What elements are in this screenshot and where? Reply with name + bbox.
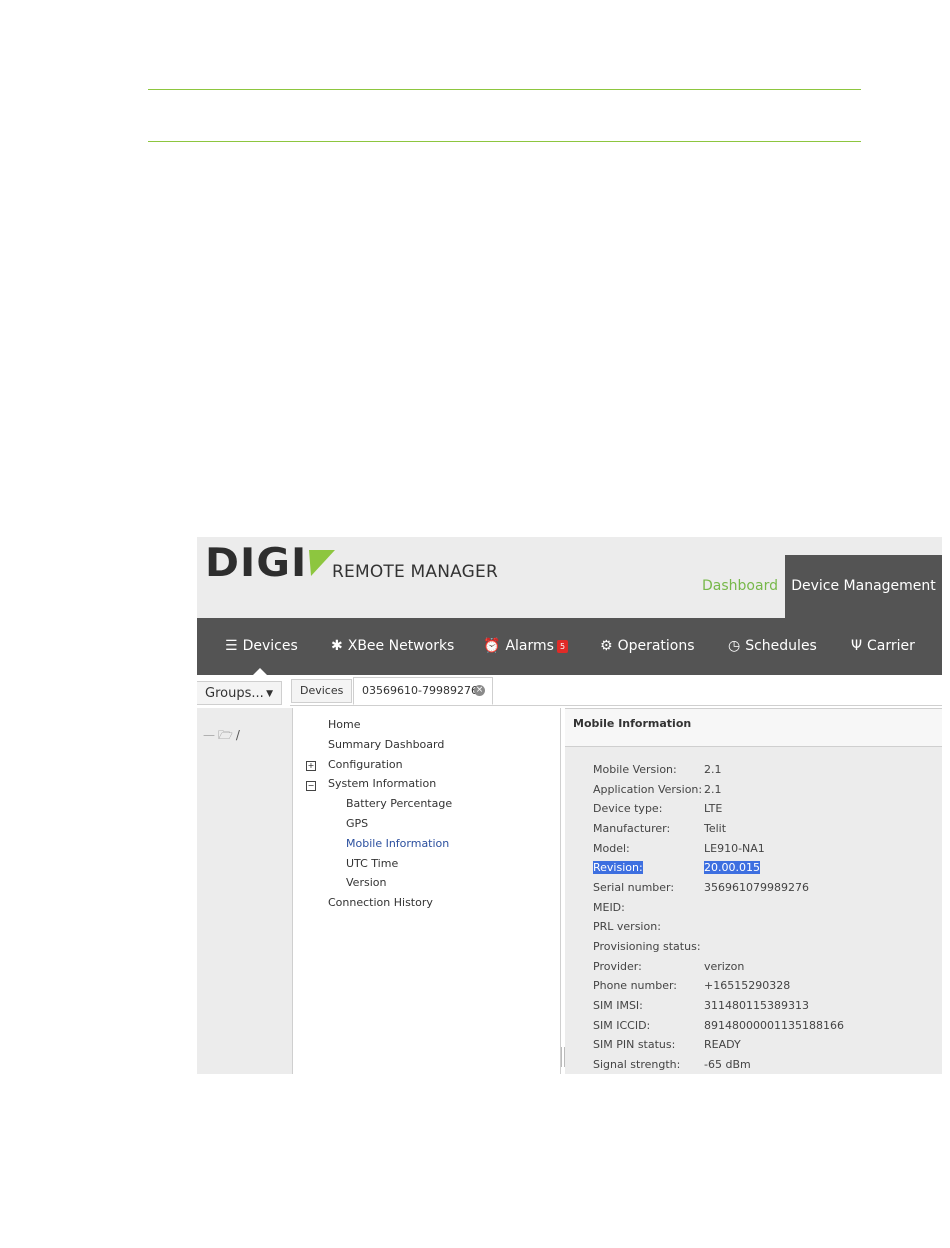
- chevron-down-icon: ▼: [266, 689, 273, 699]
- info-key: SIM IMSI:: [593, 999, 643, 1012]
- group-root-label: /: [235, 728, 240, 742]
- tab-dashboard[interactable]: Dashboard: [695, 555, 785, 618]
- tab-device-detail[interactable]: 03569610-79989276 ×: [353, 677, 493, 705]
- info-key: Revision:: [593, 861, 643, 874]
- nav-devices[interactable]: ☰ Devices: [225, 618, 298, 675]
- info-key: MEID:: [593, 901, 625, 914]
- info-value: LE910-NA1: [704, 842, 765, 855]
- mobile-information-panel: Mobile Information Mobile Version: 2.1 Ap…: [565, 708, 942, 1074]
- panel-header: Mobile Information: [565, 709, 942, 747]
- tab-baseline: [290, 705, 942, 706]
- active-nav-caret-icon: [253, 668, 267, 675]
- info-key: Model:: [593, 842, 630, 855]
- tree-system-information[interactable]: System Information: [328, 777, 436, 790]
- groups-dropdown[interactable]: Groups... ▼: [197, 681, 282, 705]
- nav-xbee-label: XBee Networks: [347, 638, 455, 654]
- tree-mobile-information[interactable]: Mobile Information: [346, 837, 449, 850]
- gear-icon: ⚙: [600, 638, 613, 654]
- tree-connector: —: [203, 728, 215, 742]
- nav-carrier[interactable]: Ψ Carrier: [851, 618, 915, 675]
- tab-device-management[interactable]: Device Management: [785, 555, 942, 618]
- tree-connection-history[interactable]: Connection History: [328, 896, 433, 909]
- nav-devices-label: Devices: [242, 638, 298, 654]
- app-name: REMOTE MANAGER: [332, 562, 499, 582]
- folder-icon: 🗁: [218, 728, 233, 742]
- info-key: Manufacturer:: [593, 822, 671, 835]
- tree-version[interactable]: Version: [346, 876, 386, 889]
- nav-operations-label: Operations: [617, 638, 695, 654]
- asterisk-icon: ✱: [331, 638, 343, 654]
- panel-title: Mobile Information: [573, 717, 692, 730]
- info-key: Provider:: [593, 960, 642, 973]
- nav-carrier-label: Carrier: [867, 638, 915, 654]
- nav-operations[interactable]: ⚙ Operations: [600, 618, 695, 675]
- group-root[interactable]: — 🗁 /: [203, 726, 240, 747]
- info-key: PRL version:: [593, 920, 661, 933]
- info-value: READY: [704, 1038, 741, 1051]
- main-nav: ☰ Devices ✱ XBee Networks ⏰ Alarms 5 ⚙ Operat…: [197, 618, 942, 675]
- antenna-icon: Ψ: [851, 638, 863, 654]
- collapse-minus-icon[interactable]: −: [306, 781, 316, 791]
- info-value: -65 dBm: [704, 1058, 751, 1071]
- groups-panel: — 🗁 /: [197, 708, 292, 1074]
- tree-home[interactable]: Home: [328, 718, 360, 731]
- info-key: Application Version:: [593, 783, 703, 796]
- clock-icon: ◷: [728, 638, 741, 654]
- second-rule: [148, 141, 861, 142]
- expand-plus-icon[interactable]: +: [306, 761, 316, 771]
- info-key: SIM PIN status:: [593, 1038, 676, 1051]
- logo-text: DIGI: [205, 541, 308, 586]
- info-key: SIM ICCID:: [593, 1019, 651, 1032]
- info-value: 20.00.015: [704, 861, 760, 874]
- app-header: DIGI REMOTE MANAGER Dashboard Device Man…: [197, 537, 942, 618]
- tree-utc-time[interactable]: UTC Time: [346, 857, 398, 870]
- nav-schedules-label: Schedules: [745, 638, 817, 654]
- tab-device-id: 03569610-79989276: [362, 684, 478, 697]
- info-key: Signal strength:: [593, 1058, 681, 1071]
- device-tree-panel: Home Summary Dashboard + Configuration −…: [292, 708, 561, 1074]
- remote-manager-screenshot: DIGI REMOTE MANAGER Dashboard Device Man…: [197, 537, 942, 1074]
- info-key: Device type:: [593, 802, 663, 815]
- close-tab-icon[interactable]: ×: [474, 685, 485, 696]
- nav-alarms[interactable]: ⏰ Alarms 5: [483, 618, 569, 675]
- info-value: 356961079989276: [704, 881, 809, 894]
- router-icon: ☰: [225, 638, 238, 654]
- alarm-icon: ⏰: [483, 638, 501, 654]
- info-key: Serial number:: [593, 881, 675, 894]
- top-rule: [148, 89, 861, 90]
- nav-alarms-label: Alarms: [505, 638, 554, 654]
- alarms-count-badge: 5: [556, 640, 569, 653]
- info-value: 2.1: [704, 783, 722, 796]
- tab-devices[interactable]: Devices: [291, 679, 353, 703]
- nav-xbee-networks[interactable]: ✱ XBee Networks: [331, 618, 454, 675]
- nav-schedules[interactable]: ◷ Schedules: [728, 618, 817, 675]
- info-value: verizon: [704, 960, 745, 973]
- tree-configuration[interactable]: Configuration: [328, 758, 403, 771]
- info-key: Phone number:: [593, 979, 678, 992]
- info-value: +16515290328: [704, 979, 791, 992]
- info-key: Provisioning status:: [593, 940, 701, 953]
- tree-gps[interactable]: GPS: [346, 817, 368, 830]
- info-value: 89148000001135188166: [704, 1019, 844, 1032]
- info-key: Mobile Version:: [593, 763, 677, 776]
- info-value: 2.1: [704, 763, 722, 776]
- info-value: Telit: [704, 822, 727, 835]
- tree-summary-dashboard[interactable]: Summary Dashboard: [328, 738, 444, 751]
- tab-strip: Groups... ▼ Devices 03569610-79989276 ×: [197, 675, 942, 708]
- info-value: LTE: [704, 802, 723, 815]
- tree-battery-percentage[interactable]: Battery Percentage: [346, 797, 452, 810]
- info-value: 311480115389313: [704, 999, 809, 1012]
- groups-label: Groups...: [205, 686, 264, 701]
